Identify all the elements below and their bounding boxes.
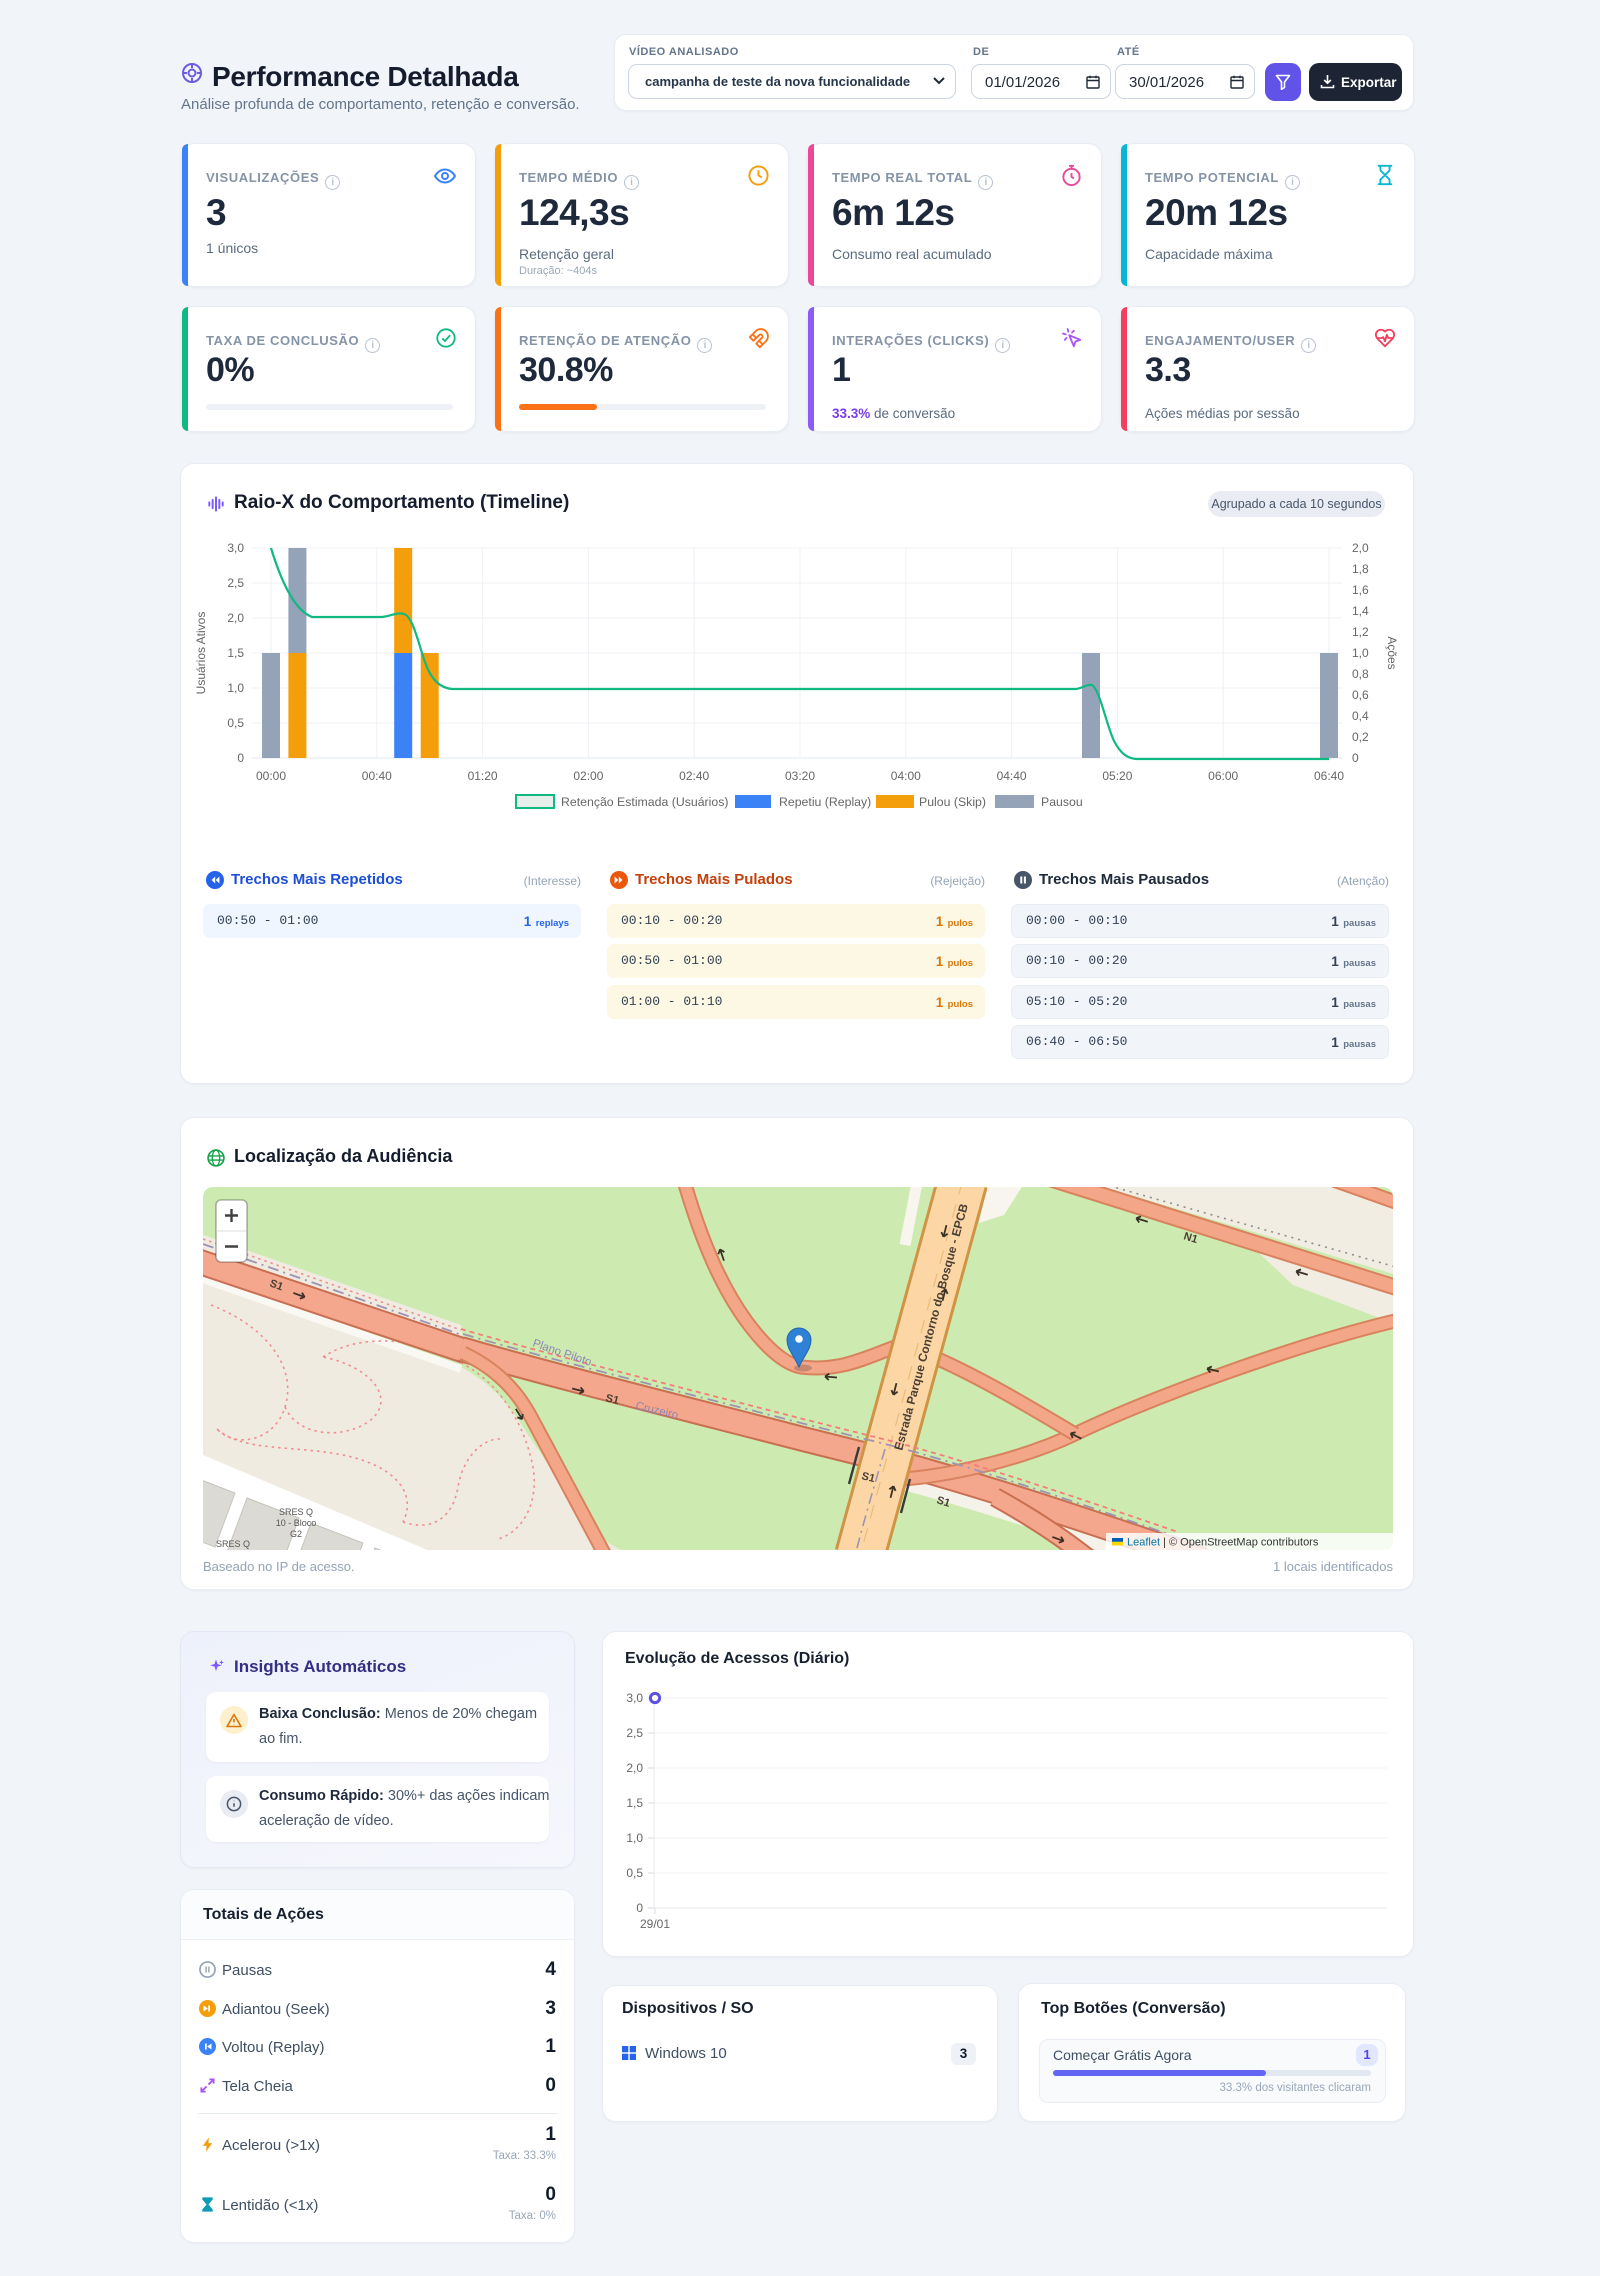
svg-text:1,8: 1,8 [1352,562,1369,576]
svg-text:Retenção Estimada (Usuários): Retenção Estimada (Usuários) [561,795,728,809]
svg-text:1,0: 1,0 [227,681,244,695]
svg-text:10 - Bloco: 10 - Bloco [276,1518,317,1528]
svg-text:1,0: 1,0 [1352,646,1369,660]
svg-text:2,5: 2,5 [626,1726,643,1740]
svg-text:1,5: 1,5 [227,646,244,660]
svg-text:0: 0 [636,1901,643,1915]
svg-text:Pausou: Pausou [1041,795,1083,809]
svg-text:1,4: 1,4 [1352,604,1369,618]
svg-text:SRES Q: SRES Q [279,1507,313,1517]
svg-text:02:40: 02:40 [679,769,709,783]
svg-text:2,0: 2,0 [626,1761,643,1775]
svg-text:01:20: 01:20 [468,769,498,783]
svg-text:1,0: 1,0 [626,1831,643,1845]
svg-text:3,0: 3,0 [626,1691,643,1705]
svg-text:00:40: 00:40 [362,769,392,783]
svg-text:1,2: 1,2 [1352,625,1369,639]
svg-text:05:20: 05:20 [1102,769,1132,783]
svg-text:0,5: 0,5 [626,1866,643,1880]
svg-text:2,0: 2,0 [1352,541,1369,555]
svg-text:0,8: 0,8 [1352,667,1369,681]
svg-text:3,0: 3,0 [227,541,244,555]
svg-text:1,6: 1,6 [1352,583,1369,597]
svg-text:Usuários Ativos: Usuários Ativos [194,612,208,695]
svg-text:29/01: 29/01 [640,1917,670,1931]
svg-text:04:40: 04:40 [997,769,1027,783]
svg-text:0,4: 0,4 [1352,709,1369,723]
svg-text:SRES Q: SRES Q [216,1539,250,1549]
svg-text:Leaflet | © OpenStreetMap cont: Leaflet | © OpenStreetMap contributors [1127,1537,1319,1549]
svg-text:0,6: 0,6 [1352,688,1369,702]
svg-text:Pulou (Skip): Pulou (Skip) [919,795,986,809]
svg-text:0: 0 [237,751,244,765]
svg-text:Ações: Ações [1385,636,1399,669]
svg-text:2,0: 2,0 [227,611,244,625]
svg-text:02:00: 02:00 [573,769,603,783]
svg-text:00:00: 00:00 [256,769,286,783]
svg-text:06:00: 06:00 [1208,769,1238,783]
svg-text:1,5: 1,5 [626,1796,643,1810]
svg-text:Repetiu (Replay): Repetiu (Replay) [779,795,871,809]
svg-text:0,5: 0,5 [227,716,244,730]
svg-text:0: 0 [1352,751,1359,765]
svg-text:06:40: 06:40 [1314,769,1344,783]
svg-text:03:20: 03:20 [785,769,815,783]
svg-text:0,2: 0,2 [1352,730,1369,744]
svg-text:04:00: 04:00 [891,769,921,783]
svg-text:2,5: 2,5 [227,576,244,590]
svg-text:G2: G2 [290,1529,302,1539]
